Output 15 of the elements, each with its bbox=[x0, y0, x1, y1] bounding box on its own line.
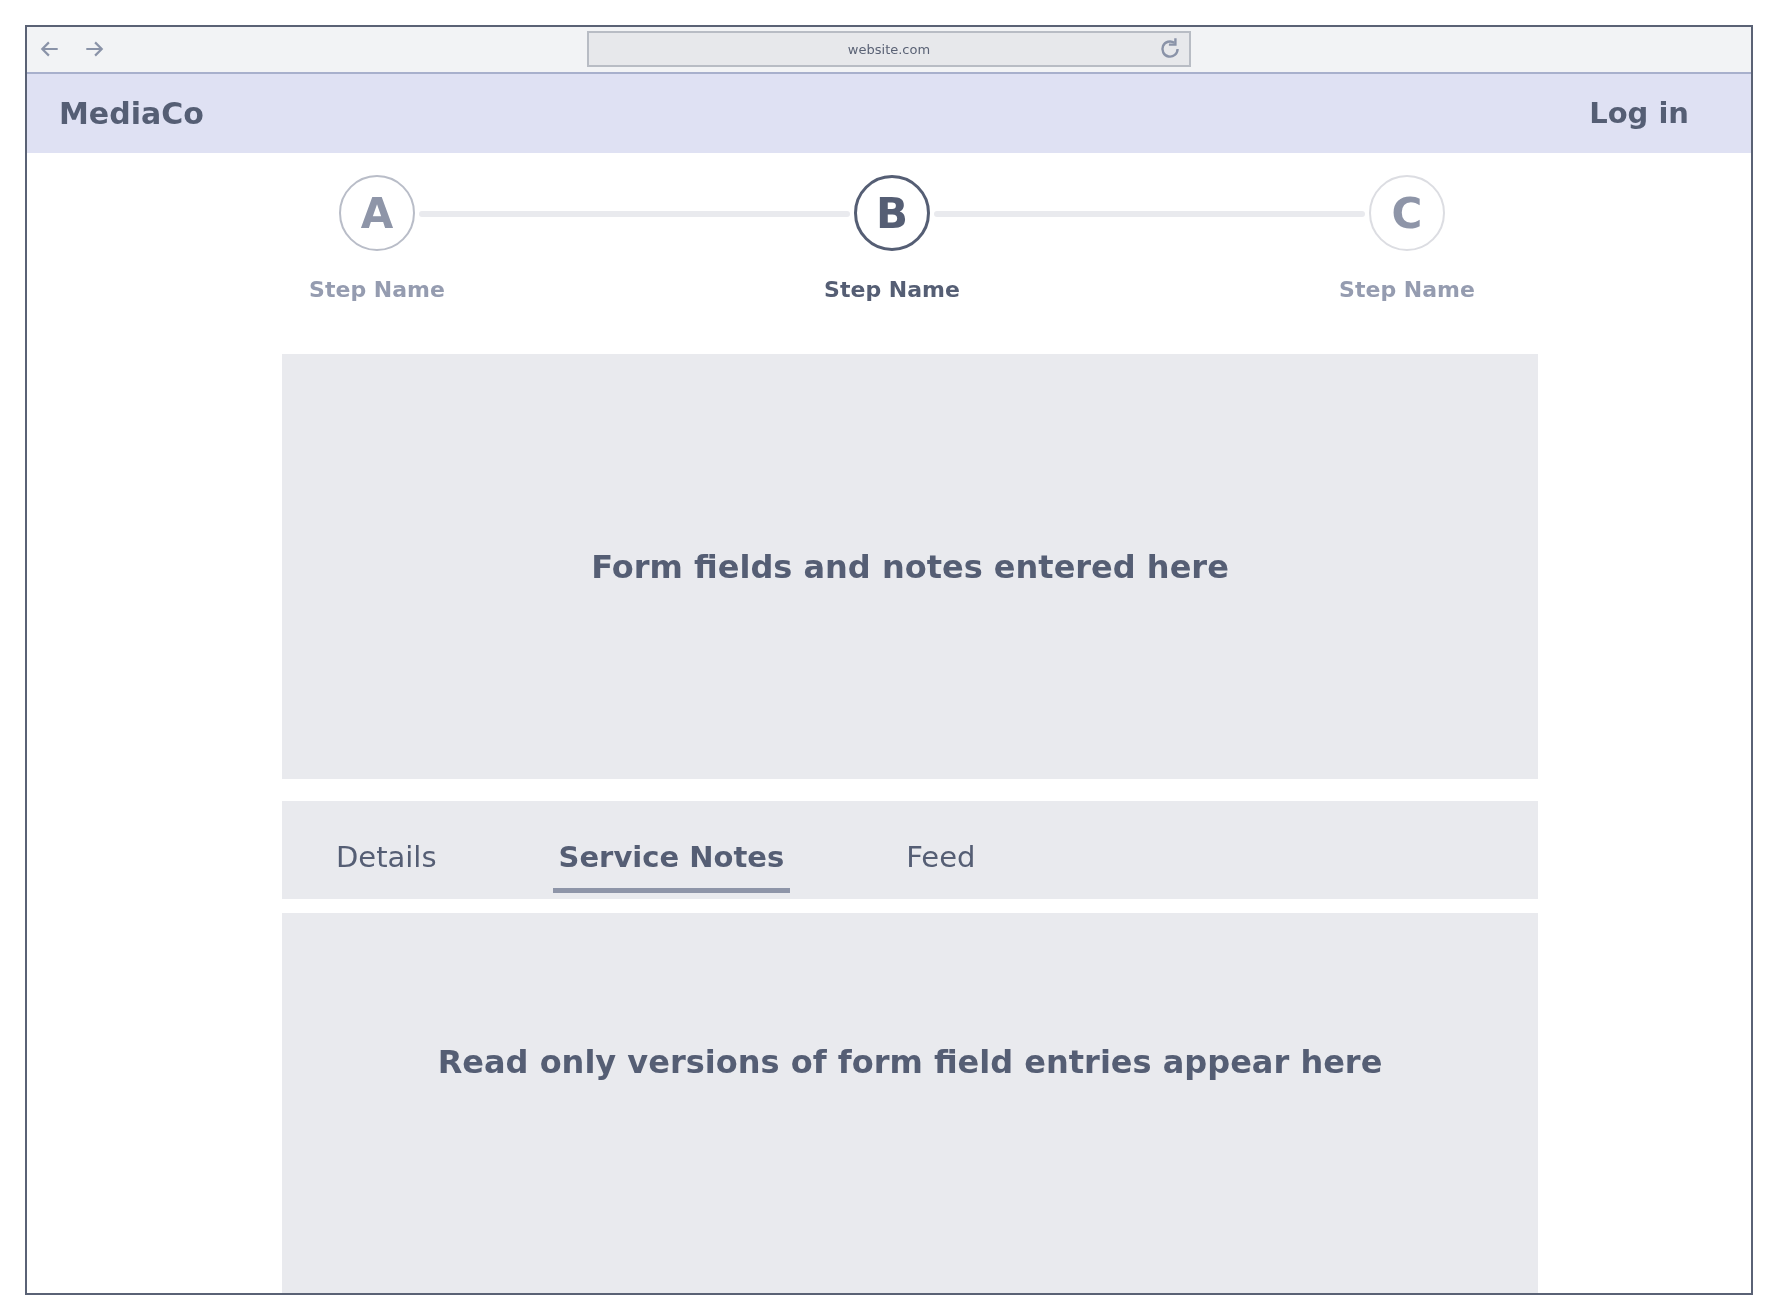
address-bar[interactable]: website.com bbox=[587, 31, 1191, 68]
step-circle[interactable]: B bbox=[854, 175, 930, 251]
step-label: Step Name bbox=[1339, 277, 1475, 302]
step-label: Step Name bbox=[824, 277, 960, 302]
step-circle[interactable]: A bbox=[339, 175, 415, 251]
tab[interactable]: Details bbox=[330, 817, 443, 893]
panel-text: Form fields and notes entered here bbox=[591, 547, 1229, 586]
tab[interactable]: Service Notes bbox=[552, 817, 791, 893]
step-circle[interactable]: C bbox=[1369, 175, 1445, 251]
tab[interactable]: Feed bbox=[900, 817, 982, 893]
step-label: Step Name bbox=[309, 277, 445, 302]
url-text: website.com bbox=[847, 41, 931, 57]
panel-text: Read only versions of form field entries appear here bbox=[437, 1043, 1383, 1081]
brand-name[interactable]: MediaCo bbox=[59, 95, 204, 131]
login-link[interactable]: Log in bbox=[1589, 96, 1689, 131]
